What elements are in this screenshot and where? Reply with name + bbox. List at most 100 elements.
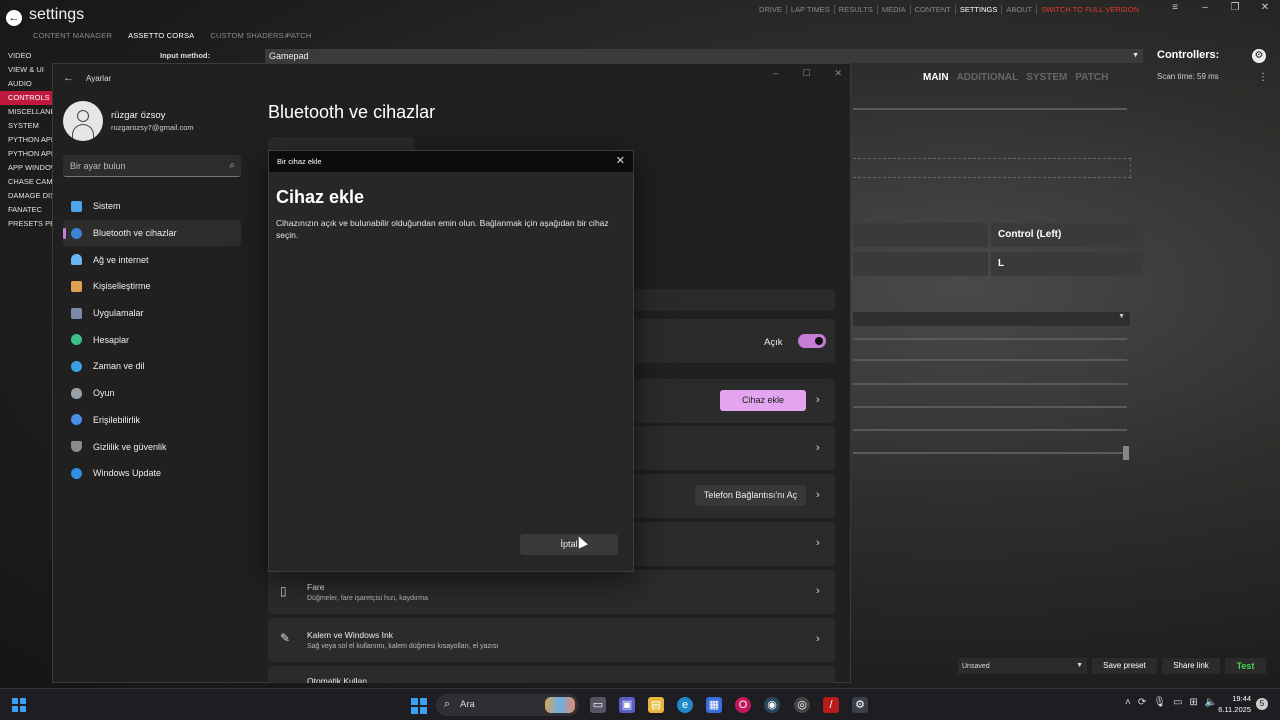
preset-select[interactable]: Unsaved ▼	[958, 658, 1087, 674]
open-phone-link-button[interactable]: Telefon Bağlantısı'nı Aç	[695, 485, 806, 506]
content-manager-icon[interactable]: /	[823, 697, 839, 713]
cm-dropdown[interactable]: ▼	[853, 312, 1130, 326]
close-icon[interactable]: ✕	[1250, 0, 1280, 16]
tab-custom-shaders-patch[interactable]: CUSTOM SHADERS PATCH	[210, 31, 311, 40]
menu-icon[interactable]: ≡	[1160, 0, 1190, 16]
chevron-right-icon[interactable]: ›	[816, 489, 820, 501]
nav-content[interactable]: CONTENT	[911, 5, 956, 14]
sidebar-item-audio[interactable]: AUDIO	[0, 77, 55, 91]
file-explorer-icon[interactable]: ▤	[648, 697, 664, 713]
sync-icon[interactable]: ⟳	[1138, 697, 1146, 708]
teams-icon[interactable]: ▣	[619, 697, 635, 713]
edge-icon[interactable]: e	[677, 697, 693, 713]
subtab-main[interactable]: MAIN	[923, 72, 949, 83]
task-view-icon[interactable]: ▭	[590, 697, 606, 713]
chevron-up-icon[interactable]: ˄	[1125, 697, 1131, 708]
slider-track[interactable]	[853, 359, 1127, 361]
chevron-right-icon[interactable]: ›	[816, 442, 820, 454]
binding-cell[interactable]	[853, 223, 988, 247]
search-icon[interactable]: ⌕	[284, 30, 289, 41]
nav-settings[interactable]: SETTINGS	[956, 5, 1003, 14]
pen-card[interactable]	[268, 618, 835, 662]
windows-logo-icon[interactable]	[12, 698, 26, 712]
subtab-additional[interactable]: ADDITIONAL	[957, 72, 1019, 83]
chrome-icon[interactable]: ◎	[794, 697, 810, 713]
sidebar-item-video[interactable]: VIDEO	[0, 49, 55, 63]
nav-drive[interactable]: DRIVE	[755, 5, 787, 14]
nav-item-privacy[interactable]: Gizlilik ve güvenlik	[63, 433, 241, 460]
store-icon[interactable]: ▦	[706, 697, 722, 713]
add-device-button[interactable]: Cihaz ekle	[720, 390, 806, 411]
microphone-icon[interactable]: 🎙	[1153, 697, 1166, 708]
nav-item-accounts[interactable]: Hesaplar	[63, 326, 241, 353]
sidebar-item-fanatec[interactable]: FANATEC	[0, 203, 55, 217]
nav-item-accessibility[interactable]: Erişilebilirlik	[63, 407, 241, 434]
slider-track[interactable]	[853, 406, 1127, 408]
nav-item-bluetooth[interactable]: Bluetooth ve cihazlar	[63, 219, 241, 247]
sidebar-item-damage-display[interactable]: DAMAGE DISPLAY	[0, 189, 55, 203]
restore-icon[interactable]: ❐	[1220, 0, 1250, 16]
network-icon[interactable]: ⊞	[1189, 697, 1197, 708]
sidebar-item-view-ui[interactable]: VIEW & UI	[0, 63, 55, 77]
taskbar-time[interactable]: 19:44	[1222, 694, 1251, 703]
nav-item-personalization[interactable]: Kişiselleştirme	[63, 273, 241, 300]
nav-lap-times[interactable]: LAP TIMES	[787, 5, 835, 14]
sidebar-item-controls[interactable]: CONTROLS	[0, 91, 55, 105]
slider-track[interactable]	[853, 108, 1127, 110]
sidebar-item-system[interactable]: SYSTEM	[0, 119, 55, 133]
taskbar-date[interactable]: 6.11.2025	[1209, 705, 1251, 714]
bluetooth-toggle[interactable]	[798, 334, 826, 348]
sidebar-item-python-apps-2[interactable]: PYTHON APPS	[0, 147, 55, 161]
opera-icon[interactable]: O	[735, 697, 751, 713]
nav-item-sistem[interactable]: Sistem	[63, 193, 241, 220]
slider-track[interactable]	[853, 338, 1127, 340]
close-icon[interactable]: ✕	[834, 68, 842, 79]
binding-area[interactable]	[853, 158, 1131, 178]
display-icon[interactable]: ▭	[1173, 697, 1182, 708]
chevron-right-icon[interactable]: ›	[816, 633, 820, 645]
settings-app-icon[interactable]: ⚙	[852, 697, 868, 713]
maximize-icon[interactable]: ☐	[802, 68, 810, 79]
test-button[interactable]: Test	[1225, 658, 1266, 674]
nav-item-network[interactable]: Ağ ve internet	[63, 246, 241, 273]
nav-about[interactable]: ABOUT	[1002, 5, 1038, 14]
chevron-right-icon[interactable]: ›	[816, 537, 820, 549]
subtab-system[interactable]: SYSTEM	[1026, 72, 1067, 83]
minimize-icon[interactable]: –	[773, 68, 778, 79]
chevron-right-icon[interactable]: ›	[816, 394, 820, 406]
binding-cell-control-left[interactable]: Control (Left)	[991, 223, 1143, 247]
settings-search-input[interactable]: Bir ayar bulun ⌕	[63, 155, 241, 177]
steam-icon[interactable]: ◉	[764, 697, 780, 713]
save-preset-button[interactable]: Save preset	[1092, 658, 1157, 674]
more-options-icon[interactable]: ⋮	[1258, 72, 1268, 83]
binding-cell-l[interactable]: L	[991, 252, 1143, 276]
avatar[interactable]	[63, 101, 103, 141]
cancel-button[interactable]: İptal	[520, 534, 618, 555]
mouse-card[interactable]	[268, 570, 835, 614]
nav-switch-full-version[interactable]: SWITCH TO FULL VERSION	[1037, 5, 1143, 14]
nav-item-apps[interactable]: Uygulamalar	[63, 300, 241, 327]
close-icon[interactable]: ✕	[616, 154, 625, 167]
slider-track[interactable]	[853, 452, 1127, 454]
share-link-button[interactable]: Share link	[1162, 658, 1220, 674]
binding-cell[interactable]	[853, 252, 988, 276]
nav-item-windows-update[interactable]: Windows Update	[63, 460, 241, 487]
back-arrow-icon[interactable]: ←	[63, 72, 74, 84]
back-arrow-icon[interactable]: ←	[6, 10, 22, 26]
gear-icon[interactable]: ⚙	[1252, 49, 1266, 63]
nav-results[interactable]: RESULTS	[835, 5, 878, 14]
minimize-icon[interactable]: –	[1190, 0, 1220, 16]
sidebar-item-python-apps[interactable]: PYTHON APPS	[0, 133, 55, 147]
sidebar-item-chase-camera[interactable]: CHASE CAMERA	[0, 175, 55, 189]
taskbar-search[interactable]: ⌕ Ara	[436, 694, 579, 716]
input-method-select[interactable]: Gamepad ▼	[265, 49, 1143, 63]
tab-assetto-corsa[interactable]: ASSETTO CORSA	[128, 31, 194, 40]
start-button[interactable]	[411, 698, 427, 714]
tab-content-manager[interactable]: CONTENT MANAGER	[33, 31, 112, 40]
slider-track[interactable]	[853, 429, 1127, 431]
nav-media[interactable]: MEDIA	[878, 5, 911, 14]
notification-badge[interactable]: 5	[1256, 698, 1268, 710]
sidebar-item-presets-per-car[interactable]: PRESETS PER CAR	[0, 217, 55, 231]
slider-thumb[interactable]	[1123, 446, 1129, 460]
slider-track[interactable]	[853, 383, 1127, 385]
